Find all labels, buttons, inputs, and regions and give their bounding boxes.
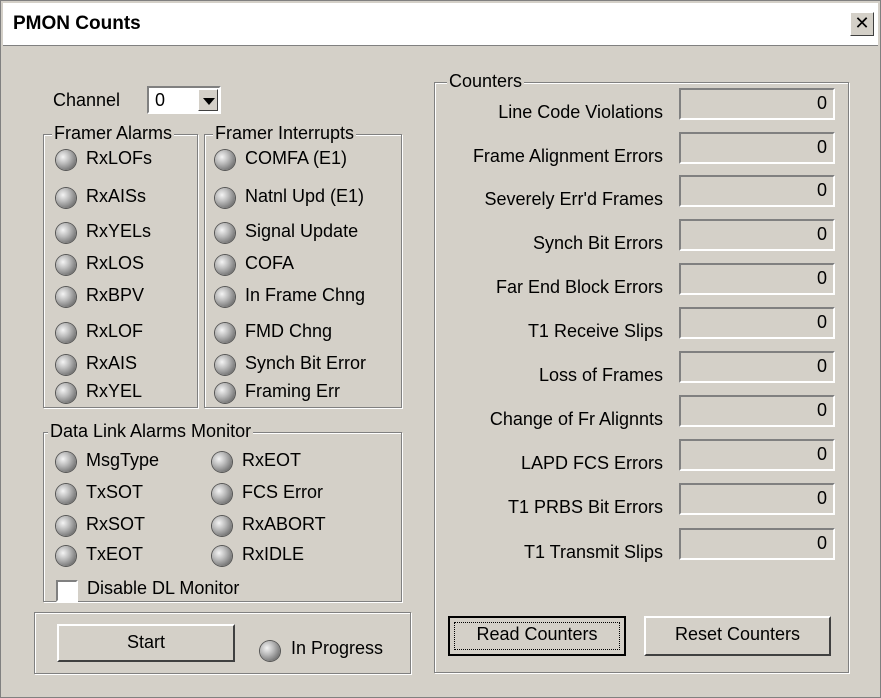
counter-value-field: 0 (679, 395, 835, 427)
framer-interrupt-item-label: COMFA (E1) (245, 148, 348, 168)
status-led-icon (212, 516, 232, 536)
status-led-icon (212, 484, 232, 504)
status-led-icon (56, 323, 76, 343)
reset-counters-button[interactable]: Reset Counters (644, 616, 831, 656)
status-led-icon (56, 383, 76, 403)
framer-alarm-item-label: RxLOFs (86, 148, 153, 168)
dl-monitor-item-label: RxABORT (242, 514, 326, 534)
framer-interrupt-item-label: COFA (245, 253, 295, 273)
counter-label: Far End Block Errors (495, 277, 663, 297)
reset-counters-label: Reset Counters (674, 624, 801, 644)
counter-label: Line Code Violations (498, 102, 663, 122)
framer-alarm-item-label: RxYEL (86, 381, 143, 401)
counter-label: Synch Bit Errors (532, 233, 663, 253)
counter-label: Severely Err'd Frames (484, 189, 663, 209)
status-led-icon (56, 355, 76, 375)
start-button[interactable]: Start (57, 624, 235, 662)
framer-alarm-item-label: RxYELs (86, 221, 152, 241)
framer-alarm-item-label: RxLOF (86, 321, 144, 341)
framer-interrupt-item-label: Natnl Upd (E1) (245, 186, 365, 206)
status-led-icon (212, 546, 232, 566)
dl-monitor-item-label: RxIDLE (242, 544, 305, 564)
counter-label: T1 PRBS Bit Errors (507, 497, 663, 517)
counter-value-field: 0 (679, 351, 835, 383)
status-led-icon (56, 484, 76, 504)
counter-value-field: 0 (679, 528, 835, 560)
status-led-icon (56, 188, 76, 208)
status-led-icon (212, 452, 232, 472)
read-counters-button[interactable]: Read Counters (448, 616, 626, 656)
status-led-icon (56, 255, 76, 275)
framer-alarm-item-label: RxBPV (86, 285, 145, 305)
channel-select[interactable]: 0 (147, 86, 221, 114)
framer-alarms-title: Framer Alarms (52, 123, 175, 144)
counter-label: Frame Alignment Errors (472, 146, 663, 166)
counter-value-field: 0 (679, 483, 835, 515)
channel-select-value: 0 (155, 90, 166, 110)
status-led-icon (56, 546, 76, 566)
disable-dl-monitor-label: Disable DL Monitor (87, 578, 240, 598)
channel-label: Channel (53, 90, 121, 110)
counter-label: Change of Fr Alignnts (489, 409, 663, 429)
framer-interrupt-item-label: In Frame Chng (245, 285, 366, 305)
status-led-icon (215, 188, 235, 208)
framer-interrupts-title: Framer Interrupts (213, 123, 357, 144)
focus-ring (454, 622, 620, 650)
chevron-down-icon[interactable] (198, 89, 218, 111)
status-led-icon (56, 223, 76, 243)
counter-label: T1 Transmit Slips (523, 542, 663, 562)
status-led-icon (215, 255, 235, 275)
counter-value-field: 0 (679, 439, 835, 471)
counter-value-field: 0 (679, 263, 835, 295)
status-led-icon (215, 383, 235, 403)
close-button[interactable]: ✕ (850, 12, 874, 36)
status-led-icon (56, 452, 76, 472)
framer-interrupt-item-label: Synch Bit Error (245, 353, 367, 373)
framer-interrupt-item-label: Framing Err (245, 381, 341, 401)
dl-monitor-item-label: RxEOT (242, 450, 302, 470)
counter-label: T1 Receive Slips (527, 321, 663, 341)
dl-monitor-group: Data Link Alarms Monitor MsgType TxSOT RxS… (43, 421, 402, 602)
dl-monitor-item-label: FCS Error (242, 482, 323, 502)
status-led-icon (215, 355, 235, 375)
dl-monitor-item-label: MsgType (86, 450, 160, 470)
dl-monitor-item-label: TxEOT (86, 544, 143, 564)
counter-value-field: 0 (679, 88, 835, 120)
framer-alarms-group: Framer Alarms RxLOFs RxAISs RxYELs RxLOS RxB… (43, 123, 198, 408)
framer-interrupt-item-label: FMD Chng (245, 321, 333, 341)
framer-alarm-item-label: RxAIS (86, 353, 138, 373)
status-led-icon (56, 150, 76, 170)
framer-alarm-item-label: RxLOS (86, 253, 145, 273)
window-title: PMON Counts (13, 13, 141, 34)
status-led-icon (215, 287, 235, 307)
status-led-icon (215, 323, 235, 343)
title-bar: PMON Counts ✕ (3, 3, 878, 46)
in-progress-led-icon (260, 641, 280, 661)
counter-value-field: 0 (679, 132, 835, 164)
framer-alarm-item-label: RxAISs (86, 186, 147, 206)
framer-interrupts-group: Framer Interrupts COMFA (E1) Natnl Upd (E… (204, 123, 402, 408)
dl-monitor-item-label: TxSOT (86, 482, 143, 502)
dl-monitor-title: Data Link Alarms Monitor (48, 421, 254, 442)
pmon-counts-window: PMON Counts ✕ Channel 0 Framer Alarms Rx… (0, 0, 881, 698)
counter-value-field: 0 (679, 307, 835, 339)
counters-title: Counters (447, 71, 525, 92)
status-led-icon (56, 287, 76, 307)
framer-interrupt-item-label: Signal Update (245, 221, 359, 241)
counter-label: LAPD FCS Errors (520, 453, 663, 473)
dl-monitor-item-label: RxSOT (86, 514, 146, 534)
status-led-icon (215, 223, 235, 243)
counter-value-field: 0 (679, 175, 835, 207)
disable-dl-monitor-checkbox[interactable] (56, 580, 78, 602)
in-progress-label: In Progress (291, 638, 384, 658)
status-led-icon (215, 150, 235, 170)
start-button-label: Start (126, 632, 165, 652)
counter-label: Loss of Frames (538, 365, 663, 385)
status-led-icon (56, 516, 76, 536)
counter-value-field: 0 (679, 219, 835, 251)
